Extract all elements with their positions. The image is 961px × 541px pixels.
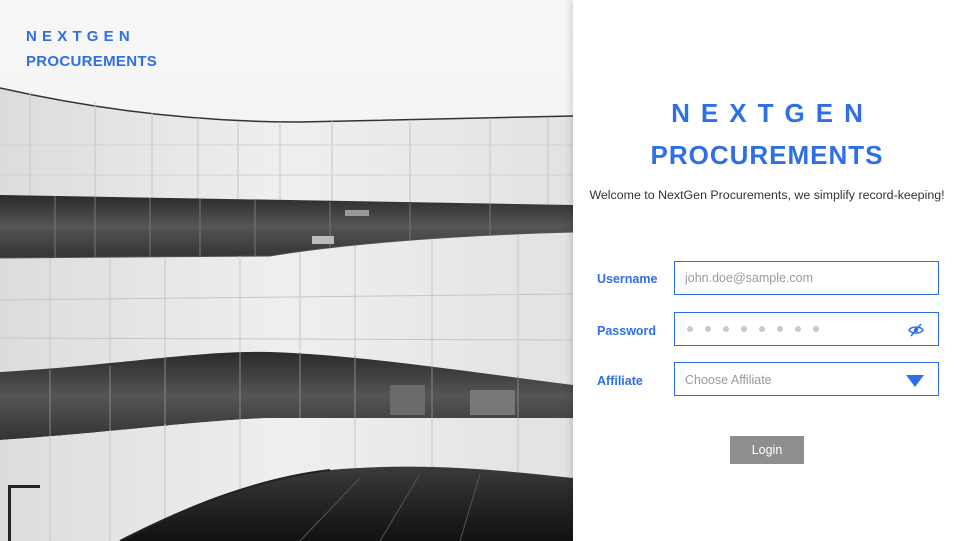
password-field[interactable] xyxy=(674,312,939,346)
brand-logo: NEXTGEN PROCUREMENTS xyxy=(573,94,961,174)
username-field-container xyxy=(674,261,939,295)
brand-line1: NEXTGEN xyxy=(671,98,874,128)
login-panel: NEXTGEN PROCUREMENTS Welcome to NextGen … xyxy=(573,0,961,541)
hero-brand-logo: NEXTGEN PROCUREMENTS xyxy=(26,24,157,74)
chevron-down-icon[interactable] xyxy=(906,375,924,387)
username-input[interactable] xyxy=(675,262,938,294)
eye-slash-icon[interactable] xyxy=(908,323,924,337)
hero-brand-line2: PROCUREMENTS xyxy=(26,53,158,70)
brand-line2: PROCUREMENTS xyxy=(650,140,884,170)
password-mask xyxy=(687,313,819,345)
welcome-message: Welcome to NextGen Procurements, we simp… xyxy=(589,188,945,202)
affiliate-select[interactable]: Choose Affiliate xyxy=(674,362,939,396)
building-photo xyxy=(0,0,573,541)
login-page: NEXTGEN PROCUREMENTS NEXTGEN PROCUREMENT… xyxy=(0,0,961,541)
hero-brand-line1: NEXTGEN xyxy=(26,28,135,45)
login-button[interactable]: Login xyxy=(730,436,804,464)
affiliate-selected-value: Choose Affiliate xyxy=(685,373,772,387)
hero-image-panel: NEXTGEN PROCUREMENTS xyxy=(0,0,573,541)
